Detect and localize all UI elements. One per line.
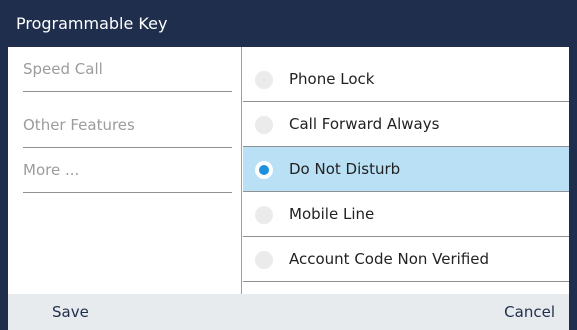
- radio-unselected-icon[interactable]: [255, 116, 273, 134]
- option-label: Account Code Non Verified: [289, 250, 490, 268]
- option-label: Call Forward Always: [289, 115, 440, 133]
- option-call-forward-always[interactable]: Call Forward Always: [243, 102, 569, 147]
- radio-unselected-icon[interactable]: [255, 71, 273, 89]
- radio-unselected-icon[interactable]: [255, 251, 273, 269]
- option-do-not-disturb[interactable]: Do Not Disturb: [243, 147, 569, 192]
- menu-item-label: More ...: [23, 161, 80, 179]
- cancel-button[interactable]: Cancel: [504, 302, 555, 322]
- menu-item-other-features[interactable]: Other Features: [23, 103, 232, 148]
- option-mobile-line[interactable]: Mobile Line: [243, 192, 569, 237]
- option-label: Mobile Line: [289, 205, 375, 223]
- radio-selected-icon[interactable]: [255, 161, 273, 179]
- menu-item-speed-call[interactable]: Speed Call: [23, 47, 232, 92]
- menu-item-more[interactable]: More ...: [23, 148, 232, 193]
- main-content: Speed Call Other Features More ... Phone…: [8, 47, 569, 294]
- radio-dot-icon: [259, 165, 269, 175]
- option-account-code-non-verified[interactable]: Account Code Non Verified: [243, 237, 569, 282]
- left-menu: Speed Call Other Features More ...: [8, 47, 242, 294]
- title-bar: Programmable Key: [0, 0, 577, 47]
- menu-item-label: Speed Call: [23, 60, 103, 78]
- softkey-bar: Save Cancel: [8, 294, 569, 330]
- option-label: Phone Lock: [289, 70, 375, 88]
- page-title: Programmable Key: [16, 14, 168, 33]
- radio-unselected-icon[interactable]: [255, 206, 273, 224]
- option-phone-lock[interactable]: Phone Lock: [243, 57, 569, 102]
- option-label: Do Not Disturb: [289, 160, 401, 178]
- options-list: Phone Lock Call Forward Always Do Not Di…: [243, 47, 569, 294]
- save-button[interactable]: Save: [52, 302, 89, 322]
- menu-item-label: Other Features: [23, 116, 135, 134]
